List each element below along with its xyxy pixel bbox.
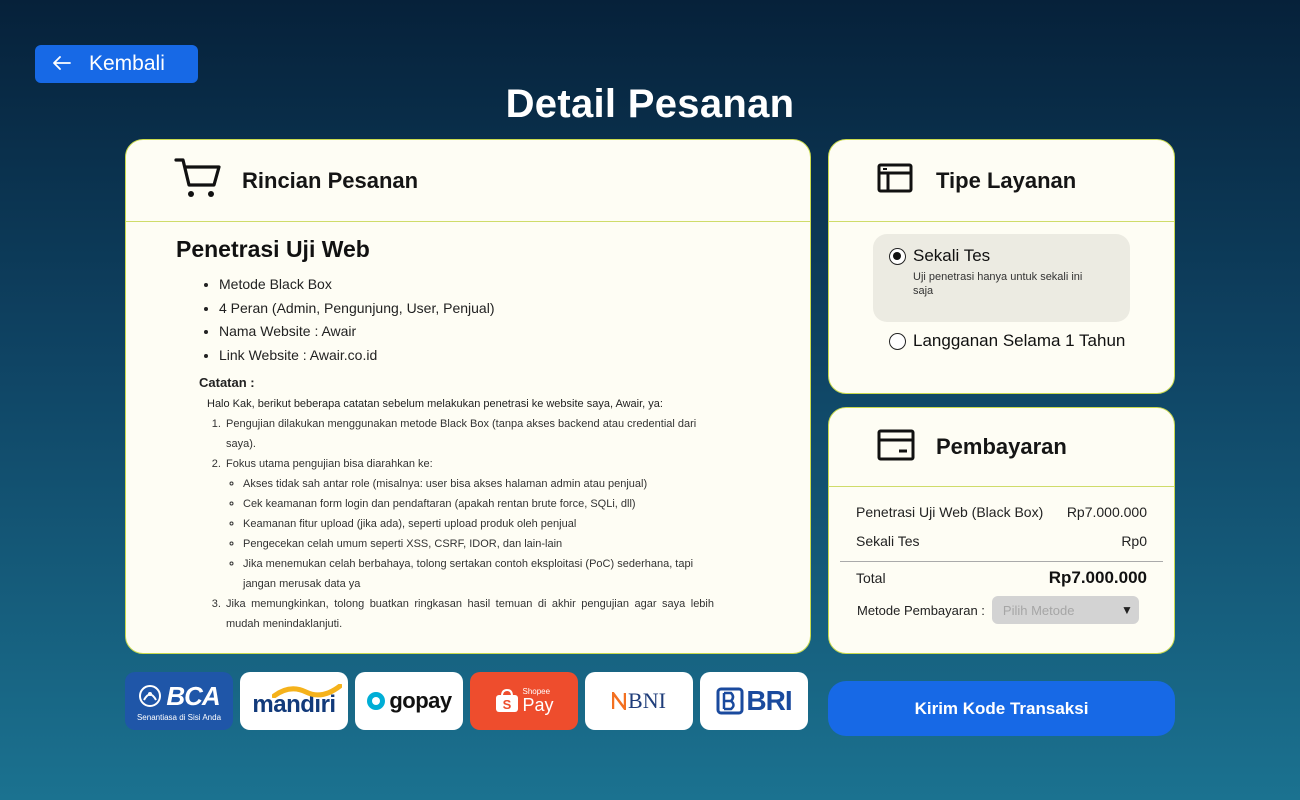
bni-emblem-icon [612, 692, 627, 710]
select-placeholder: Pilih Metode [1002, 602, 1075, 618]
service-name: Penetrasi Uji Web [176, 236, 370, 262]
list-item: Fokus utama pengujian bisa diarahkan ke:… [224, 454, 714, 594]
shopeepay-logo: S Shopee Pay [470, 672, 578, 730]
list-item: Link Website : Awair.co.id [219, 344, 810, 368]
notes-item-text: Fokus utama pengujian bisa diarahkan ke: [226, 458, 433, 470]
option-one-time-test[interactable]: Sekali Tes Uji penetrasi hanya untuk sek… [873, 234, 1130, 322]
notes-sublist: Akses tidak sah antar role (misalnya: us… [243, 474, 714, 594]
total-row: Total Rp7.000.000 [829, 562, 1174, 588]
line-item-value: Rp7.000.000 [1066, 503, 1147, 520]
shopee-bag-icon: S [496, 689, 519, 712]
bca-logo: BCA Senantiasa di Sisi Anda [125, 672, 233, 730]
service-type-card: Tipe Layanan Sekali Tes Uji penetrasi ha… [828, 139, 1175, 394]
payment-header: Pembayaran [829, 408, 1174, 487]
credit-card-icon [877, 429, 915, 466]
list-item: Cek keamanan form login dan pendaftaran … [243, 494, 714, 514]
bri-emblem-icon [716, 687, 744, 715]
bni-logo: BNI [585, 672, 693, 730]
option-label: Sekali Tes [913, 246, 991, 265]
list-item: Jika menemukan celah berbahaya, tolong s… [243, 554, 714, 594]
order-details-header: Rincian Pesanan [126, 140, 810, 222]
submit-transaction-button[interactable]: Kirim Kode Transaksi [828, 681, 1175, 736]
notes-intro: Halo Kak, berikut beberapa catatan sebel… [207, 398, 663, 410]
bri-logo: BRI [700, 672, 808, 730]
pay-text: Pay [522, 695, 554, 715]
arrow-left-icon [35, 53, 89, 76]
payment-logos: BCA Senantiasa di Sisi Anda mandiri gopa… [125, 672, 808, 730]
bca-name: BCA [166, 680, 220, 711]
svg-text:S: S [503, 697, 512, 712]
back-button-label: Kembali [89, 52, 165, 75]
total-value: Rp7.000.000 [1048, 568, 1147, 587]
shopping-cart-icon [174, 157, 222, 204]
option-description: Uji penetrasi hanya untuk sekali ini saj… [913, 271, 1083, 297]
radio-selected-icon[interactable] [889, 247, 906, 265]
line-item-label: Sekali Tes [856, 532, 920, 549]
radio-unselected-icon[interactable] [889, 332, 906, 350]
notes-list: Pengujian dilakukan menggunakan metode B… [224, 414, 714, 634]
payment-method-label: Metode Pembayaran : [857, 602, 985, 618]
list-item: Akses tidak sah antar role (misalnya: us… [243, 474, 714, 494]
browser-window-icon [877, 163, 913, 198]
list-item: Pengecekan celah umum seperti XSS, CSRF,… [243, 534, 714, 554]
list-item: Jika memungkinkan, tolong buatkan ringka… [224, 594, 714, 634]
gopay-name: gopay [389, 688, 452, 713]
caret-down-icon: ▼ [1121, 603, 1133, 617]
gopay-icon [367, 692, 386, 710]
order-details-card: Rincian Pesanan Penetrasi Uji Web Metode… [125, 139, 811, 654]
payment-card: Pembayaran Penetrasi Uji Web (Black Box)… [828, 407, 1175, 654]
mandiri-logo: mandiri [240, 672, 348, 730]
list-item: Nama Website : Awair [219, 320, 810, 344]
payment-line-item: Penetrasi Uji Web (Black Box) Rp7.000.00… [856, 497, 1147, 526]
bca-tagline: Senantiasa di Sisi Anda [136, 712, 222, 722]
service-type-title: Tipe Layanan [936, 167, 1077, 193]
list-item: 4 Peran (Admin, Pengunjung, User, Penjua… [219, 297, 810, 321]
mandiri-wave-icon [272, 684, 342, 698]
payment-method-select[interactable]: Pilih Metode ▼ [991, 596, 1139, 624]
payment-line-item: Sekali Tes Rp0 [856, 526, 1147, 555]
list-item: Metode Black Box [219, 273, 810, 297]
payment-method-row: Metode Pembayaran : Pilih Metode ▼ [829, 588, 1174, 624]
page-title: Detail Pesanan [505, 82, 795, 126]
payment-title: Pembayaran [936, 434, 1067, 459]
order-details-title: Rincian Pesanan [242, 167, 419, 193]
feature-list: Metode Black Box 4 Peran (Admin, Pengunj… [219, 273, 810, 367]
bri-name: BRI [746, 685, 792, 716]
bni-name: BNI [628, 688, 666, 713]
back-button[interactable]: Kembali [35, 45, 198, 83]
list-item: Pengujian dilakukan menggunakan metode B… [224, 414, 714, 454]
total-label: Total [856, 570, 886, 586]
notes-title: Catatan : [199, 375, 255, 390]
gopay-logo: gopay [355, 672, 463, 730]
service-type-header: Tipe Layanan [829, 140, 1174, 222]
submit-button-label: Kirim Kode Transaksi [914, 698, 1089, 718]
list-item: Keamanan fitur upload (jika ada), sepert… [243, 514, 714, 534]
bca-emblem-icon [139, 685, 162, 707]
line-item-label: Penetrasi Uji Web (Black Box) [856, 503, 1044, 520]
line-item-value: Rp0 [1121, 532, 1147, 549]
option-annual-subscription[interactable]: Langganan Selama 1 Tahun [889, 331, 1125, 351]
option-label: Langganan Selama 1 Tahun [913, 331, 1126, 350]
